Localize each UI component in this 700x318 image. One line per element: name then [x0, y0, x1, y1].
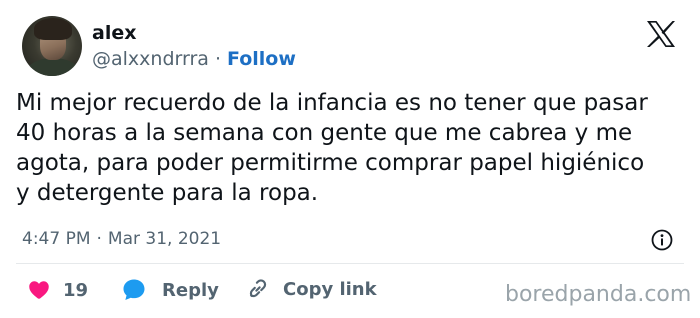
link-icon — [249, 279, 267, 298]
tweet-text: Mi mejor recuerdo de la infancia es no t… — [16, 88, 696, 208]
copy-link-label: Copy link — [283, 278, 377, 300]
heart-icon — [29, 281, 49, 299]
reply-button[interactable]: Reply — [120, 276, 219, 304]
tweet-line: agota, para poder permitirme comprar pap… — [16, 150, 645, 176]
tweet-time: 4:47 PM — [22, 229, 91, 249]
avatar[interactable] — [22, 16, 82, 76]
reply-label: Reply — [162, 279, 219, 301]
timestamp-separator: · — [96, 229, 102, 249]
handle-separator: · — [214, 48, 221, 70]
tweet-line: y detergente para la ropa. — [16, 180, 319, 206]
avatar-shoulder — [26, 58, 80, 76]
author-handle[interactable]: @alxxndrrra — [92, 48, 209, 70]
like-count: 19 — [63, 280, 89, 301]
speech-bubble-icon — [123, 279, 145, 301]
copy-link-button[interactable]: Copy link — [245, 276, 377, 302]
author-name[interactable]: alex — [92, 22, 136, 44]
info-icon[interactable] — [651, 229, 673, 251]
watermark: boredpanda.com — [505, 282, 692, 307]
tweet-timestamp[interactable]: 4:47 PM · Mar 31, 2021 — [22, 229, 221, 249]
tweet-line: 40 horas a la semana con gente que me ca… — [16, 120, 633, 146]
avatar-hair — [34, 18, 72, 40]
tweet-date: Mar 31, 2021 — [107, 229, 222, 249]
author-handle-row: @alxxndrrra · Follow — [92, 48, 296, 70]
follow-button[interactable]: Follow — [227, 48, 296, 70]
tweet-line: Mi mejor recuerdo de la infancia es no t… — [16, 90, 648, 116]
x-logo-icon[interactable] — [646, 20, 676, 48]
divider — [16, 263, 684, 264]
like-button[interactable] — [26, 276, 52, 302]
